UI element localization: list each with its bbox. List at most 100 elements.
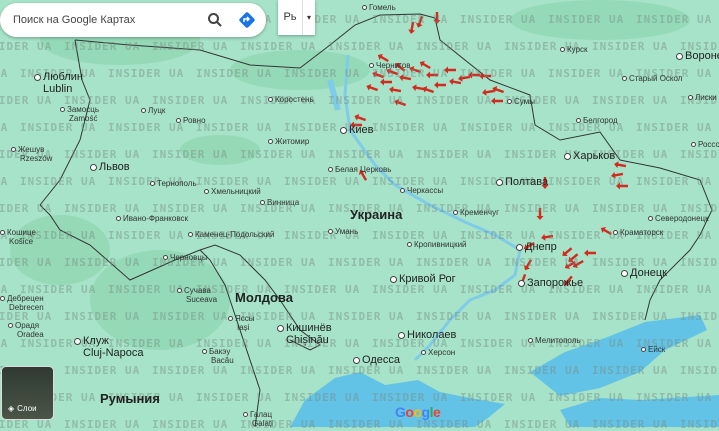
city-label-zaporozhye[interactable]: Запорожье <box>518 277 583 289</box>
map-type-toggle[interactable]: Рь ▾ <box>278 0 315 35</box>
city-marker-icon <box>90 163 97 171</box>
city-marker-icon <box>507 99 512 105</box>
city-label-odessa[interactable]: Одесса <box>353 354 400 366</box>
city-label-nikolaev[interactable]: Николаев <box>398 329 456 341</box>
city-label-belgorod[interactable]: Белгород <box>576 116 618 125</box>
city-name: Жешув <box>18 145 45 154</box>
city-label-korosten[interactable]: Коростень <box>268 95 314 104</box>
city-marker-icon <box>202 349 207 355</box>
city-label-melitopol[interactable]: Мелитополь <box>528 336 581 345</box>
attack-arrow-icon <box>611 171 624 179</box>
city-label-kremenchug[interactable]: Кременчуг <box>453 208 499 217</box>
attack-arrow-icon <box>426 71 438 79</box>
city-label-ternopol[interactable]: Тернополь <box>150 179 197 188</box>
city-label-chernovtsy[interactable]: Черновцы <box>163 253 208 262</box>
city-label-lublin[interactable]: Люблин Lublin <box>34 71 83 95</box>
city-label-kiev[interactable]: Киев <box>340 124 374 136</box>
city-label-khmelnytskyi[interactable]: Хмельницкий <box>204 187 261 196</box>
city-marker-icon <box>268 139 273 145</box>
city-label-stary-oskol[interactable]: Старый Оскол <box>622 74 682 83</box>
chevron-down-icon[interactable]: ▾ <box>303 13 315 22</box>
city-label-chernigov[interactable]: Чернигов <box>369 61 411 70</box>
city-label-kropyvnytskyi[interactable]: Кропивницкий <box>407 240 467 249</box>
city-name: Воронеж <box>685 50 719 62</box>
city-label-vinnitsa[interactable]: Винница <box>260 198 299 207</box>
city-label-cherkassy[interactable]: Черкассы <box>400 186 443 195</box>
city-label-debrecen[interactable]: Дебрецен Debrecen <box>0 294 44 312</box>
search-input[interactable]: Поиск на Google Картах <box>13 14 202 26</box>
google-logo-letter: o <box>413 404 422 420</box>
city-marker-icon <box>74 337 81 345</box>
attack-arrow-icon <box>380 78 392 86</box>
map-type-label: Рь <box>278 0 303 35</box>
city-label-oradea[interactable]: Орадя Oradea <box>8 321 44 339</box>
city-name-local: Chișinău <box>286 334 329 346</box>
city-name: Сучава <box>184 286 212 295</box>
sea-of-azov <box>530 315 707 396</box>
city-label-suceava[interactable]: Сучава Suceava <box>177 286 217 304</box>
city-label-gomel[interactable]: Гомель <box>362 3 396 12</box>
city-name: Одесса <box>362 354 400 366</box>
city-name-local: Debrecen <box>9 303 44 312</box>
attack-arrow-icon <box>434 81 446 89</box>
city-label-lvov[interactable]: Львов <box>90 161 130 173</box>
city-label-rzeszow[interactable]: Жешув Rzeszów <box>11 145 52 163</box>
city-label-zamosc[interactable]: Замосць Zamość <box>60 105 99 123</box>
city-label-lutsk[interactable]: Луцк <box>141 106 165 115</box>
city-name: Черкассы <box>407 186 444 195</box>
city-name: Кривой Рог <box>399 273 456 285</box>
city-name: Запорожье <box>527 277 584 289</box>
attack-arrow-icon <box>366 84 379 92</box>
city-label-bila-tserkva[interactable]: Белая Церковь <box>328 165 391 174</box>
border-russia <box>434 17 713 321</box>
city-marker-icon <box>369 63 374 69</box>
city-marker-icon <box>0 230 5 236</box>
city-marker-icon <box>648 216 653 222</box>
city-label-ivano-frankovsk[interactable]: Ивано-Франковск <box>116 214 188 223</box>
city-label-liski[interactable]: Лиски <box>688 93 717 102</box>
city-label-severodonetsk[interactable]: Северодонецк <box>648 214 709 223</box>
city-name: Кошице <box>7 228 36 237</box>
city-label-rovno[interactable]: Ровно <box>176 116 206 125</box>
city-label-kharkov[interactable]: Харьков <box>564 150 615 162</box>
city-marker-icon <box>453 210 458 216</box>
city-name: Дебрецен <box>7 294 44 303</box>
city-label-krivoy-rog[interactable]: Кривой Рог <box>390 273 456 285</box>
city-marker-icon <box>362 5 367 11</box>
city-label-poltava[interactable]: Полтава <box>496 176 548 188</box>
city-label-kherson[interactable]: Херсон <box>421 348 455 357</box>
city-marker-icon <box>688 95 693 101</box>
city-label-kosice[interactable]: Кошице Košice <box>0 228 36 246</box>
search-box[interactable]: Поиск на Google Картах <box>0 3 266 37</box>
city-label-galati[interactable]: Галац Galați <box>243 410 273 428</box>
search-icon[interactable] <box>202 7 228 33</box>
city-label-rossosh[interactable]: Россошь <box>691 140 719 149</box>
city-label-cluj[interactable]: Клуж Cluj-Napoca <box>74 335 144 359</box>
city-label-voronezh[interactable]: Воронеж <box>676 50 719 62</box>
layers-icon: ◈ <box>8 404 15 413</box>
city-marker-icon <box>340 126 347 134</box>
city-label-chisinau[interactable]: Кишинёв Chișinău <box>277 322 332 346</box>
directions-icon[interactable] <box>234 7 260 33</box>
city-label-zhitomir[interactable]: Житомир <box>268 137 309 146</box>
city-label-sumy[interactable]: Сумы <box>507 97 535 106</box>
city-label-kamenets[interactable]: Каменец-Подольский <box>188 230 274 239</box>
city-marker-icon <box>260 200 265 206</box>
city-name: Бакэу <box>209 347 231 356</box>
city-marker-icon <box>516 243 523 251</box>
attack-arrow-icon <box>614 161 627 169</box>
city-name: Николаев <box>407 329 457 341</box>
city-name: Ивано-Франковск <box>123 214 188 223</box>
layers-button[interactable]: ◈ Слои <box>1 366 54 420</box>
city-label-dnepr[interactable]: Днепр <box>516 241 557 253</box>
city-label-kursk[interactable]: Курск <box>560 45 588 54</box>
city-label-kramatorsk[interactable]: Краматорск <box>613 228 663 237</box>
city-label-donetsk[interactable]: Донецк <box>621 267 667 279</box>
city-marker-icon <box>421 350 426 356</box>
city-marker-icon <box>621 269 628 277</box>
city-name-local: Cluj-Napoca <box>83 347 144 359</box>
city-label-bacau[interactable]: Бакэу Bacău <box>202 347 234 365</box>
city-label-yeysk[interactable]: Ейск <box>641 345 665 354</box>
city-label-uman[interactable]: Умань <box>328 227 358 236</box>
city-label-iasi[interactable]: Яссы Iași <box>228 314 255 332</box>
